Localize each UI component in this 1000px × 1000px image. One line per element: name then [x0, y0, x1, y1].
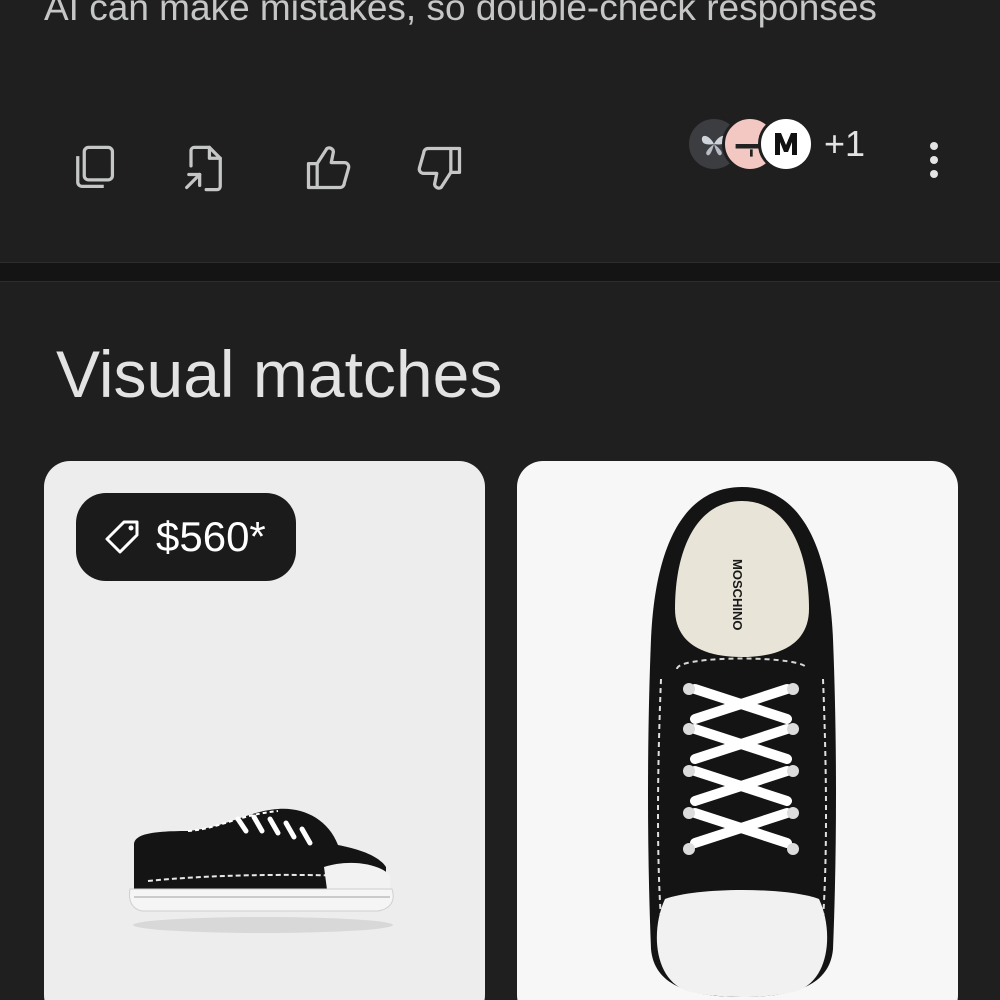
sneaker-top-image: MOSCHINO	[648, 487, 836, 997]
more-vert-dot	[930, 156, 938, 164]
ai-disclaimer: AI can make mistakes, so double-check re…	[44, 0, 877, 28]
visual-matches-title: Visual matches	[56, 337, 503, 411]
copy-icon	[76, 145, 115, 189]
sources-button[interactable]: +1	[686, 114, 865, 174]
export-doc-icon	[185, 145, 222, 192]
more-options-button[interactable]	[912, 130, 956, 190]
thumbs-up-button[interactable]	[298, 138, 358, 198]
lens-results-page: AI can make mistakes, so double-check re…	[0, 0, 1000, 1000]
price-tag-icon	[105, 520, 139, 554]
thumbs-up-icon	[306, 146, 351, 190]
sources-extra-count: +1	[824, 123, 866, 164]
price-badge: $560*	[76, 493, 296, 581]
visual-match-card[interactable]: MOSCHINO	[517, 461, 958, 1000]
section-divider	[0, 262, 1000, 282]
price-text: $560*	[156, 513, 266, 560]
thumbs-down-icon	[417, 146, 462, 190]
visual-match-card[interactable]: $560*	[44, 461, 485, 1000]
ai-overview-footer: AI can make mistakes, so double-check re…	[0, 0, 1000, 262]
more-vert-dot	[930, 170, 938, 178]
copy-button[interactable]	[64, 138, 124, 198]
source-avatar-m	[758, 116, 814, 172]
insole-brand-text: MOSCHINO	[730, 559, 745, 631]
export-button[interactable]	[174, 138, 234, 198]
m-logo-icon	[766, 124, 806, 164]
thumbs-down-button[interactable]	[410, 138, 470, 198]
more-vert-icon	[930, 142, 938, 150]
sneaker-side-image	[129, 808, 394, 933]
